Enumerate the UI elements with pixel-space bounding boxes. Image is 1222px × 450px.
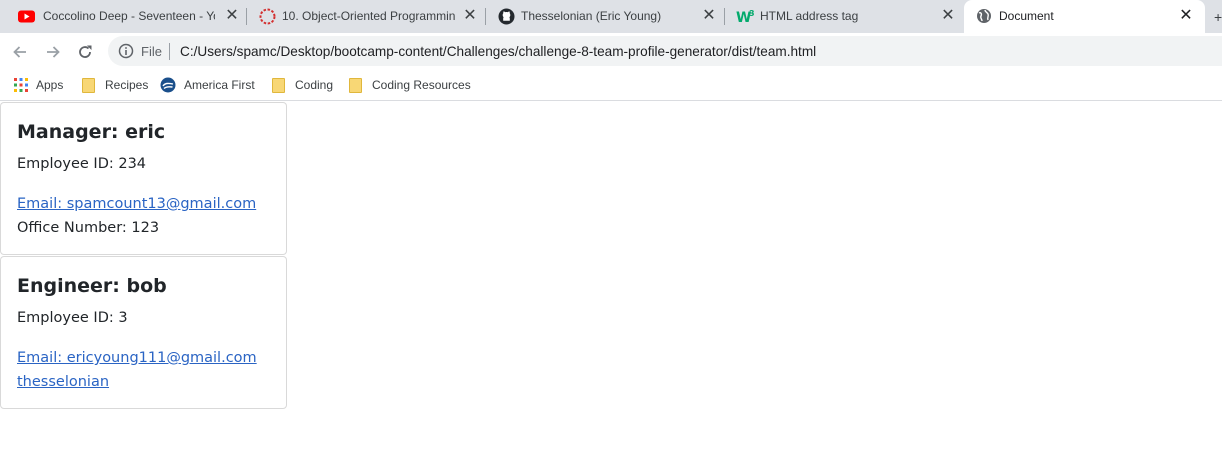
bookmark-label: Coding Resources <box>372 78 471 92</box>
close-tab-icon[interactable]: ✕ <box>462 8 478 24</box>
back-button[interactable] <box>8 40 32 64</box>
bookmark-america-first[interactable]: America First <box>160 75 255 95</box>
bookmark-recipes[interactable]: Recipes <box>82 75 148 95</box>
close-tab-icon[interactable]: ✕ <box>701 8 717 24</box>
globe-icon <box>976 8 993 25</box>
card-heading: Engineer: bob <box>17 275 167 297</box>
tab-github[interactable]: Thesselonian (Eric Young) ✕ <box>486 0 724 33</box>
bookmark-coding-resources[interactable]: Coding Resources <box>349 75 471 95</box>
bookmark-label: America First <box>184 78 255 92</box>
tab-title: Document <box>999 9 1054 23</box>
apps-grid-icon <box>13 77 29 93</box>
reload-button[interactable] <box>73 40 97 64</box>
tab-title: Thesselonian (Eric Young) <box>521 9 662 23</box>
forward-arrow-icon <box>47 46 60 58</box>
github-icon <box>498 8 515 25</box>
bookmark-label: Apps <box>36 78 64 92</box>
browser-toolbar: File C:/Users/spamc/Desktop/bootcamp-con… <box>0 33 1222 70</box>
employee-card-manager: Manager: eric Employee ID: 234 Email: sp… <box>0 102 287 255</box>
tab-w3schools[interactable]: W3 HTML address tag ✕ <box>725 0 963 33</box>
tab-document[interactable]: Document ✕ <box>964 0 1205 33</box>
close-tab-icon[interactable]: ✕ <box>1178 8 1194 24</box>
info-icon[interactable] <box>118 43 134 59</box>
card-heading: Manager: eric <box>17 121 166 143</box>
youtube-icon <box>18 8 35 25</box>
close-tab-icon[interactable]: ✕ <box>940 8 956 24</box>
employee-card-engineer: Engineer: bob Employee ID: 3 Email: eric… <box>0 256 287 409</box>
tab-title: HTML address tag <box>760 9 859 23</box>
office-number: Office Number: 123 <box>17 220 160 236</box>
forward-button[interactable] <box>41 40 65 64</box>
address-bar[interactable]: File C:/Users/spamc/Desktop/bootcamp-con… <box>108 36 1222 66</box>
back-arrow-icon <box>13 46 26 58</box>
folder-icon <box>349 77 362 93</box>
bookmark-label: Coding <box>295 78 334 92</box>
folder-icon <box>272 77 285 93</box>
github-link[interactable]: thesselonian <box>17 374 109 390</box>
bookmark-coding[interactable]: Coding <box>272 75 333 95</box>
reload-icon <box>79 45 92 58</box>
svg-text:3: 3 <box>749 9 755 18</box>
tab-title: Coccolino Deep - Seventeen - Yo <box>43 9 215 23</box>
url-text[interactable]: C:/Users/spamc/Desktop/bootcamp-content/… <box>180 44 816 59</box>
tab-youtube[interactable]: Coccolino Deep - Seventeen - Yo ✕ <box>6 0 246 33</box>
bookmark-apps[interactable]: Apps <box>13 75 63 95</box>
bookmarks-bar: Apps Recipes America First Coding Coding… <box>0 70 1222 101</box>
bootcamp-spinner-icon <box>259 8 276 25</box>
scheme-label: File <box>141 44 162 59</box>
employee-id: Employee ID: 234 <box>17 156 147 172</box>
folder-icon <box>82 77 95 93</box>
bookmark-label: Recipes <box>105 78 149 92</box>
tab-strip: Coccolino Deep - Seventeen - Yo ✕ 10. Ob… <box>0 0 1222 33</box>
email-link[interactable]: Email: spamcount13@gmail.com <box>17 196 256 212</box>
email-link[interactable]: Email: ericyoung111@gmail.com <box>17 350 257 366</box>
tab-oop[interactable]: 10. Object-Oriented Programmin ✕ <box>247 0 485 33</box>
new-tab-button[interactable]: + <box>1214 9 1222 25</box>
tab-title: 10. Object-Oriented Programmin <box>282 9 456 23</box>
america-first-icon <box>160 77 176 93</box>
page-content: Manager: eric Employee ID: 234 Email: sp… <box>0 101 1222 450</box>
employee-id: Employee ID: 3 <box>17 310 128 326</box>
close-tab-icon[interactable]: ✕ <box>224 8 240 24</box>
w3schools-icon: W3 <box>736 8 755 26</box>
address-divider <box>169 43 170 60</box>
